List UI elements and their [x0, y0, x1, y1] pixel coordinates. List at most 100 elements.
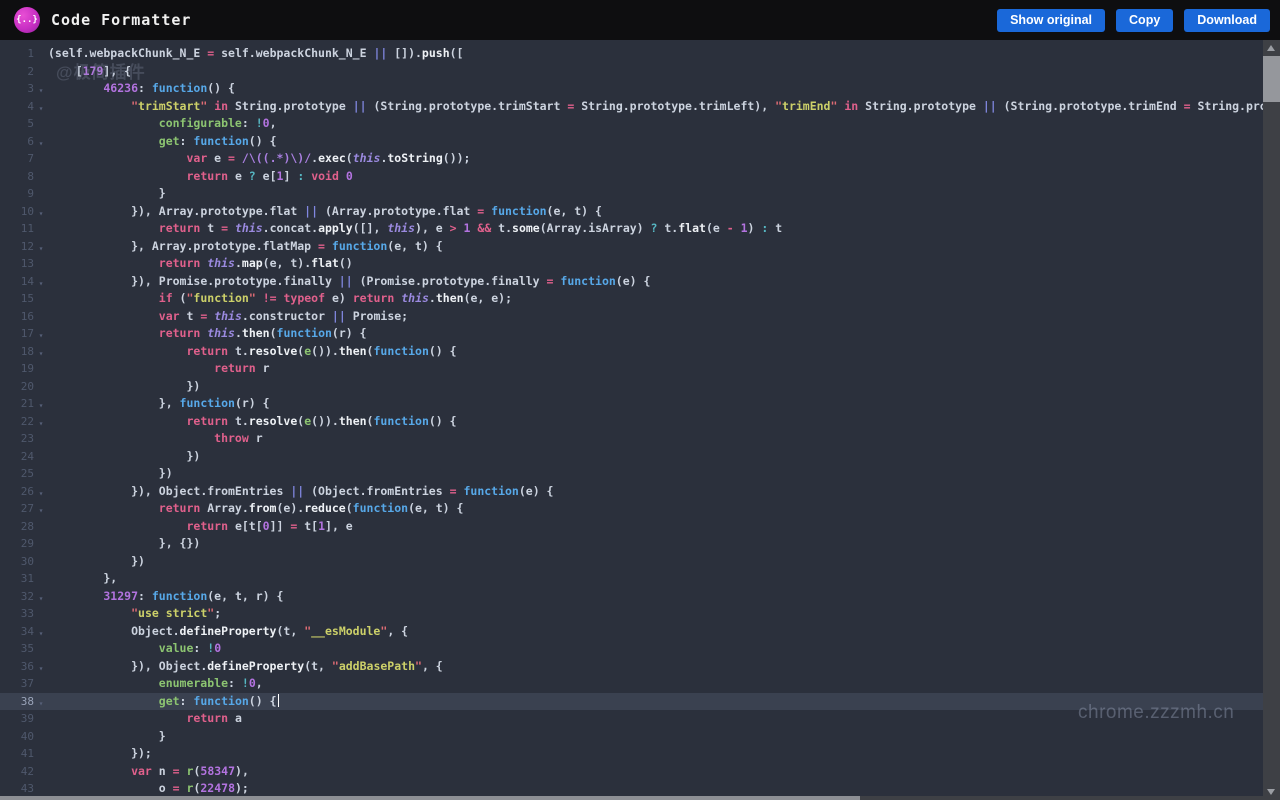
code-text[interactable]: var n = r(58347), [48, 763, 249, 781]
code-text[interactable]: }, {}) [48, 535, 200, 553]
code-line[interactable]: 36▾}), Object.defineProperty(t, "addBase… [0, 658, 1263, 676]
code-line[interactable]: 17▾return this.then(function(r) { [0, 325, 1263, 343]
scroll-down-icon[interactable] [1267, 789, 1275, 795]
code-text[interactable]: if ("function" != typeof e) return this.… [48, 290, 512, 308]
code-text[interactable]: throw r [48, 430, 263, 448]
code-line[interactable]: 16var t = this.constructor || Promise; [0, 308, 1263, 326]
code-line[interactable]: 31}, [0, 570, 1263, 588]
code-line[interactable]: 43o = r(22478); [0, 780, 1263, 796]
copy-button[interactable]: Copy [1116, 9, 1173, 32]
code-token: , [270, 116, 277, 130]
code-text[interactable]: }, [48, 570, 117, 588]
code-text[interactable]: }), Array.prototype.flat || (Array.proto… [48, 203, 602, 221]
code-line[interactable]: 10▾}), Array.prototype.flat || (Array.pr… [0, 203, 1263, 221]
code-text[interactable]: (self.webpackChunk_N_E = self.webpackChu… [48, 45, 463, 63]
code-line[interactable]: 18▾return t.resolve(e()).then(function()… [0, 343, 1263, 361]
code-line[interactable]: 7var e = /\((.*)\)/.exec(this.toString()… [0, 150, 1263, 168]
code-line[interactable]: 5configurable: !0, [0, 115, 1263, 133]
code-text[interactable]: }) [48, 465, 173, 483]
code-line[interactable]: 12▾}, Array.prototype.flatMap = function… [0, 238, 1263, 256]
scroll-up-icon[interactable] [1267, 45, 1275, 51]
code-text[interactable]: }) [48, 378, 200, 396]
code-text[interactable]: return this.map(e, t).flat() [48, 255, 353, 273]
code-text[interactable]: }), Object.fromEntries || (Object.fromEn… [48, 483, 553, 501]
code-line[interactable]: 30}) [0, 553, 1263, 571]
code-line[interactable]: 28return e[t[0]] = t[1], e [0, 518, 1263, 536]
code-line[interactable]: 14▾}), Promise.prototype.finally || (Pro… [0, 273, 1263, 291]
code-line[interactable]: 13return this.map(e, t).flat() [0, 255, 1263, 273]
code-line[interactable]: 35value: !0 [0, 640, 1263, 658]
code-line[interactable]: 24}) [0, 448, 1263, 466]
code-text[interactable]: }), Object.defineProperty(t, "addBasePat… [48, 658, 443, 676]
code-text[interactable]: } [48, 185, 166, 203]
code-text[interactable]: "use strict"; [48, 605, 221, 623]
code-line[interactable]: 40} [0, 728, 1263, 746]
code-text[interactable]: return t.resolve(e()).then(function() { [48, 343, 457, 361]
code-text[interactable]: return r [48, 360, 270, 378]
code-editor[interactable]: 1(self.webpackChunk_N_E = self.webpackCh… [0, 40, 1263, 796]
code-text[interactable]: return t = this.concat.apply([], this), … [48, 220, 782, 238]
code-text[interactable]: return a [48, 710, 242, 728]
code-line[interactable]: 8 return e ? e[1] : void 0 [0, 168, 1263, 186]
code-text[interactable]: }) [48, 553, 145, 571]
code-text[interactable]: } [48, 728, 166, 746]
code-text[interactable]: }, function(r) { [48, 395, 270, 413]
code-line[interactable]: 3▾46236: function() { [0, 80, 1263, 98]
code-text[interactable]: Object.defineProperty(t, "__esModule", { [48, 623, 408, 641]
code-text[interactable]: 46236: function() { [48, 80, 235, 98]
code-text[interactable]: value: !0 [48, 640, 221, 658]
code-text[interactable]: "trimStart" in String.prototype || (Stri… [48, 98, 1263, 116]
code-line[interactable]: 21▾}, function(r) { [0, 395, 1263, 413]
code-line[interactable]: 34▾Object.defineProperty(t, "__esModule"… [0, 623, 1263, 641]
code-line[interactable]: 22▾return t.resolve(e()).then(function()… [0, 413, 1263, 431]
code-text[interactable]: enumerable: !0, [48, 675, 263, 693]
code-text[interactable]: var e = /\((.*)\)/.exec(this.toString())… [48, 150, 470, 168]
code-text[interactable]: get: function() { [48, 693, 279, 711]
code-text[interactable]: }); [48, 745, 152, 763]
code-line[interactable]: 33"use strict"; [0, 605, 1263, 623]
code-text[interactable]: 31297: function(e, t, r) { [48, 588, 283, 606]
code-line[interactable]: 11return t = this.concat.apply([], this)… [0, 220, 1263, 238]
code-line[interactable]: 23throw r [0, 430, 1263, 448]
code-text[interactable]: o = r(22478); [48, 780, 249, 796]
code-line[interactable]: 19return r [0, 360, 1263, 378]
code-line[interactable]: 15if ("function" != typeof e) return thi… [0, 290, 1263, 308]
code-token [235, 151, 242, 165]
code-line[interactable]: 29}, {}) [0, 535, 1263, 553]
code-line[interactable]: 39return a [0, 710, 1263, 728]
code-text[interactable]: return t.resolve(e()).then(function() { [48, 413, 457, 431]
show-original-button[interactable]: Show original [997, 9, 1105, 32]
code-line[interactable]: 25}) [0, 465, 1263, 483]
code-text[interactable]: }), Promise.prototype.finally || (Promis… [48, 273, 650, 291]
code-text[interactable]: var t = this.constructor || Promise; [48, 308, 408, 326]
code-text[interactable]: get: function() { [48, 133, 277, 151]
code-line[interactable]: 32▾31297: function(e, t, r) { [0, 588, 1263, 606]
code-line[interactable]: 1(self.webpackChunk_N_E = self.webpackCh… [0, 45, 1263, 63]
code-text[interactable]: }, Array.prototype.flatMap = function(e,… [48, 238, 443, 256]
code-text[interactable]: [179], { [48, 63, 131, 81]
code-line[interactable]: 27▾return Array.from(e).reduce(function(… [0, 500, 1263, 518]
code-line[interactable]: 2[179], { [0, 63, 1263, 81]
code-line[interactable]: 4▾"trimStart" in String.prototype || (St… [0, 98, 1263, 116]
code-text[interactable]: return Array.from(e).reduce(function(e, … [48, 500, 463, 518]
code-line[interactable]: 37enumerable: !0, [0, 675, 1263, 693]
code-line[interactable]: 6▾get: function() { [0, 133, 1263, 151]
code-text[interactable]: return e[t[0]] = t[1], e [48, 518, 353, 536]
vertical-scrollbar[interactable] [1263, 40, 1280, 800]
horizontal-scrollbar-thumb[interactable] [0, 796, 860, 800]
code-line[interactable]: 41}); [0, 745, 1263, 763]
code-line[interactable]: 26▾}), Object.fromEntries || (Object.fro… [0, 483, 1263, 501]
code-text[interactable]: return this.then(function(r) { [48, 325, 367, 343]
code-line[interactable]: 42var n = r(58347), [0, 763, 1263, 781]
download-button[interactable]: Download [1184, 9, 1270, 32]
vertical-scrollbar-thumb[interactable] [1263, 56, 1280, 102]
horizontal-scrollbar[interactable] [0, 796, 1263, 800]
line-number: 8 [0, 168, 34, 186]
code-text[interactable]: configurable: !0, [48, 115, 277, 133]
code-text[interactable]: return e ? e[1] : void 0 [48, 168, 353, 186]
code-text[interactable]: }) [48, 448, 200, 466]
code-line[interactable]: 20}) [0, 378, 1263, 396]
code-token: toString [387, 151, 442, 165]
code-line[interactable]: 9} [0, 185, 1263, 203]
code-line[interactable]: 38▾get: function() { [0, 693, 1263, 711]
